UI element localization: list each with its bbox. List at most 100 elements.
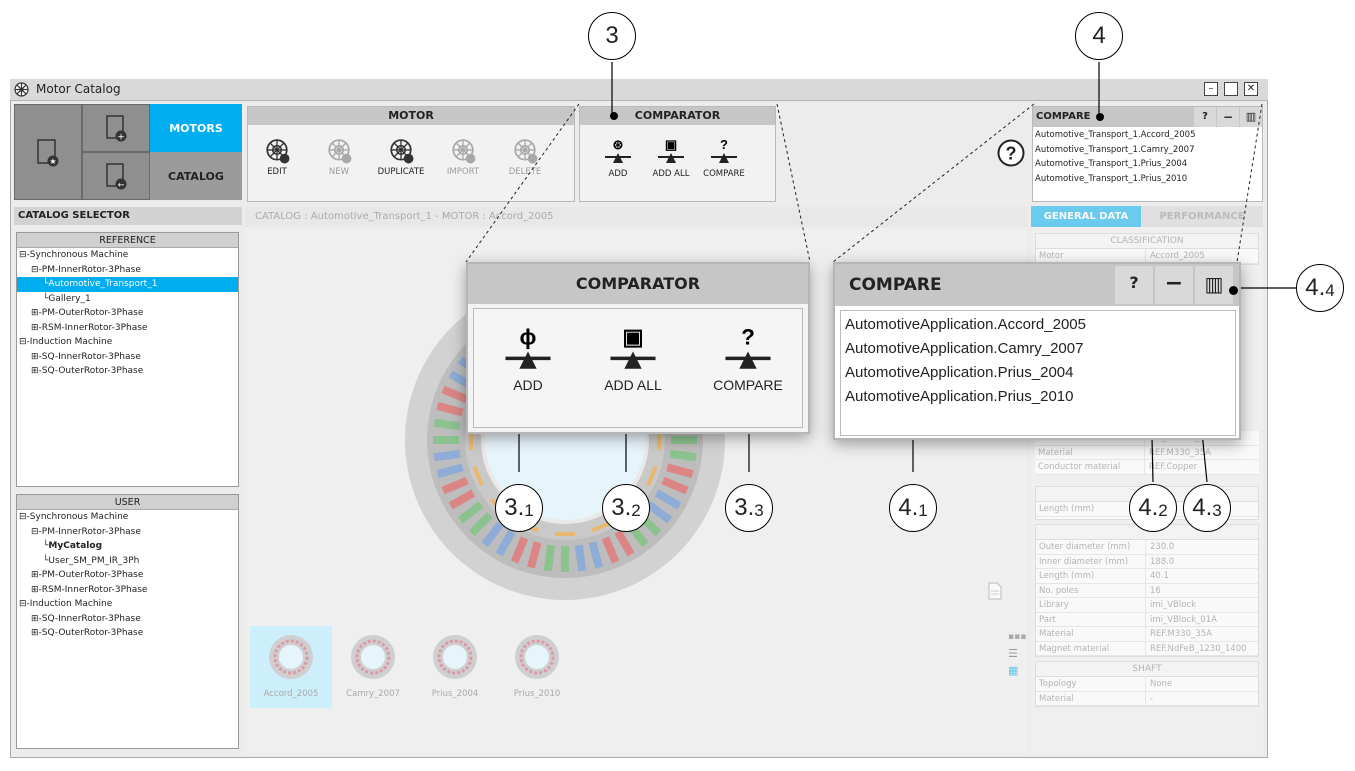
tree-item[interactable]: ⊞-PM-OuterRotor-3Phase [17, 306, 238, 321]
list-item[interactable]: AutomotiveApplication.Accord_2005 [845, 313, 1231, 337]
motor-panel-title: MOTOR [248, 107, 574, 125]
new-catalog-button[interactable]: + [82, 104, 150, 152]
callout-anchor-dot [1096, 113, 1104, 121]
list-item[interactable]: AutomotiveApplication.Prius_2004 [845, 361, 1231, 385]
svg-text:+: + [117, 133, 125, 143]
motor-tool-duplicate[interactable]: DUPLICATE [376, 138, 426, 177]
motor-thumbnail-icon [351, 635, 395, 679]
list-view-icon[interactable]: ☰ [1008, 647, 1018, 660]
tree-item[interactable]: ⊟-PM-InnerRotor-3Phase [17, 263, 238, 278]
tree-item[interactable]: ⊞-SQ-InnerRotor-3Phase [17, 350, 238, 365]
motor-tool-edit[interactable]: EDIT [252, 138, 302, 177]
tree-item[interactable]: ⊟-Induction Machine [17, 597, 238, 612]
compare-panel-title: COMPARE [1036, 111, 1091, 122]
callout-3-1: 3. 1 [495, 484, 543, 532]
thumbnail[interactable]: Camry_2007 [332, 626, 414, 708]
motor-gear-icon [266, 139, 290, 164]
remove-button[interactable]: − [1217, 107, 1239, 127]
catalog-import-icon: ← [106, 163, 127, 190]
callout-4-2: 4. 2 [1129, 484, 1177, 532]
properties-tabs: GENERAL DATA PERFORMANCE [1031, 206, 1263, 227]
tab-general-data[interactable]: GENERAL DATA [1031, 206, 1141, 227]
user-title: USER [17, 495, 238, 510]
thumbnail[interactable]: Prius_2004 [414, 626, 496, 708]
compare-panel: COMPARE ? − ▥ Automotive_Transport_1.Acc… [1032, 106, 1263, 202]
tree-item[interactable]: ⊟-Induction Machine [17, 335, 238, 350]
list-item[interactable]: Automotive_Transport_1.Prius_2010 [1035, 172, 1260, 187]
reference-title: REFERENCE [17, 233, 238, 248]
tree-item[interactable]: ⊟-Synchronous Machine [17, 510, 238, 525]
tree-item[interactable]: └Gallery_1 [17, 292, 238, 307]
tree-item[interactable]: ⊞-PM-OuterRotor-3Phase [17, 568, 238, 583]
clear-button[interactable]: ▥ [1195, 266, 1233, 304]
prop-row: Inner diameter (mm) 188.0 [1036, 554, 1258, 569]
comparator-tool-compare[interactable]: ? COMPARE [699, 136, 749, 179]
balance-icon: ⊛ [605, 137, 631, 163]
list-item[interactable]: Automotive_Transport_1.Accord_2005 [1035, 128, 1260, 143]
balance-icon: ▣ [658, 137, 684, 163]
motor-tool-new[interactable]: NEW [314, 138, 364, 177]
comparator-tool-add-all[interactable]: ▣ ADD ALL [646, 136, 696, 179]
document-icon[interactable] [988, 582, 1002, 600]
zoom-comparator-tool-compare[interactable]: ? COMPARE [708, 322, 788, 393]
compare-button[interactable]: ? [1115, 266, 1153, 304]
prop-row: Material - [1036, 691, 1258, 706]
tab-performance[interactable]: PERFORMANCE [1141, 206, 1263, 227]
list-item[interactable]: AutomotiveApplication.Prius_2010 [845, 385, 1231, 409]
thumbnail[interactable]: Prius_2010 [496, 626, 578, 708]
close-icon[interactable]: ✕ [1244, 82, 1258, 96]
tree-item[interactable]: └MyCatalog [17, 539, 238, 554]
tree-item[interactable]: └User_SM_PM_IR_3Ph [17, 554, 238, 569]
prop-row: Topology None [1036, 677, 1258, 692]
compare-zoom-list: AutomotiveApplication.Accord_2005 Automot… [840, 310, 1236, 436]
clear-button[interactable]: ▥ [1240, 107, 1262, 127]
window-title: Motor Catalog [36, 82, 121, 96]
motor-gear-icon [390, 139, 414, 164]
zoom-comparator-tool-add[interactable]: ϕ ADD [488, 322, 568, 393]
list-item[interactable]: AutomotiveApplication.Camry_2007 [845, 337, 1231, 361]
tree-item[interactable]: ⊞-RSM-InnerRotor-3Phase [17, 583, 238, 598]
help-icon[interactable]: ? [997, 139, 1025, 167]
tree-item[interactable]: ⊞-RSM-InnerRotor-3Phase [17, 321, 238, 336]
motor-thumbnail-icon [515, 635, 559, 679]
motor-gear-icon [328, 139, 352, 164]
prop-row: Material REF.M330_35A [1035, 445, 1259, 460]
compare-list: Automotive_Transport_1.Accord_2005 Automo… [1033, 127, 1262, 187]
title-bar: Motor Catalog – ✕ [10, 79, 1268, 101]
prop-row: Material REF.M330_35A [1036, 627, 1258, 642]
tree-item[interactable]: └Automotive_Transport_1 [17, 277, 238, 292]
zoom-comparator-tool-add-all[interactable]: ▣ ADD ALL [593, 322, 673, 393]
svg-text:▣: ▣ [622, 325, 643, 350]
import-catalog-button[interactable]: ← [82, 152, 150, 200]
remove-button[interactable]: − [1155, 266, 1193, 304]
callout-3: 3 [588, 12, 636, 60]
prop-row: Library imi_VBlock [1036, 598, 1258, 613]
comparator-tool-add[interactable]: ⊛ ADD [593, 136, 643, 179]
motor-tool-import[interactable]: IMPORT [438, 138, 488, 177]
tree-item[interactable]: ⊟-Synchronous Machine [17, 248, 238, 263]
compare-panel-header: COMPARE ? − ▥ [1033, 107, 1262, 127]
list-item[interactable]: Automotive_Transport_1.Camry_2007 [1035, 143, 1260, 158]
balance-icon: ▣ [610, 325, 656, 369]
motors-tab[interactable]: MOTORS [150, 104, 242, 152]
list-item[interactable]: Automotive_Transport_1.Prius_2004 [1035, 157, 1260, 172]
callout-4: 4 [1075, 12, 1123, 60]
maximize-icon[interactable] [1224, 82, 1238, 96]
tree-item[interactable]: ⊞-SQ-OuterRotor-3Phase [17, 364, 238, 379]
user-pane: USER ⊟-Synchronous Machine ⊟-PM-InnerRoto… [16, 494, 239, 749]
thumbnail[interactable]: Accord_2005 [250, 626, 332, 708]
reference-tree: ⊟-Synchronous Machine ⊟-PM-InnerRotor-3Ph… [17, 248, 238, 379]
prop-row: Conductor material REF.Copper [1035, 460, 1259, 475]
carousel-view-icon[interactable]: ▪▪▪ [1008, 632, 1026, 642]
tree-item[interactable]: ⊟-PM-InnerRotor-3Phase [17, 525, 238, 540]
tree-item[interactable]: ⊞-SQ-InnerRotor-3Phase [17, 612, 238, 627]
grid-view-icon[interactable]: ▦ [1008, 664, 1018, 677]
compare-zoom: COMPARE ? − ▥ AutomotiveApplication.Acco… [833, 262, 1241, 440]
callout-3-2: 3. 2 [602, 484, 650, 532]
tree-item[interactable]: ⊞-SQ-OuterRotor-3Phase [17, 626, 238, 641]
catalog-tab[interactable]: CATALOG [150, 152, 242, 200]
minimize-icon[interactable]: – [1204, 82, 1218, 96]
favorites-button[interactable]: ★ [14, 104, 82, 200]
motor-tool-delete[interactable]: DELETE [500, 138, 550, 177]
compare-button[interactable]: ? [1194, 107, 1216, 127]
